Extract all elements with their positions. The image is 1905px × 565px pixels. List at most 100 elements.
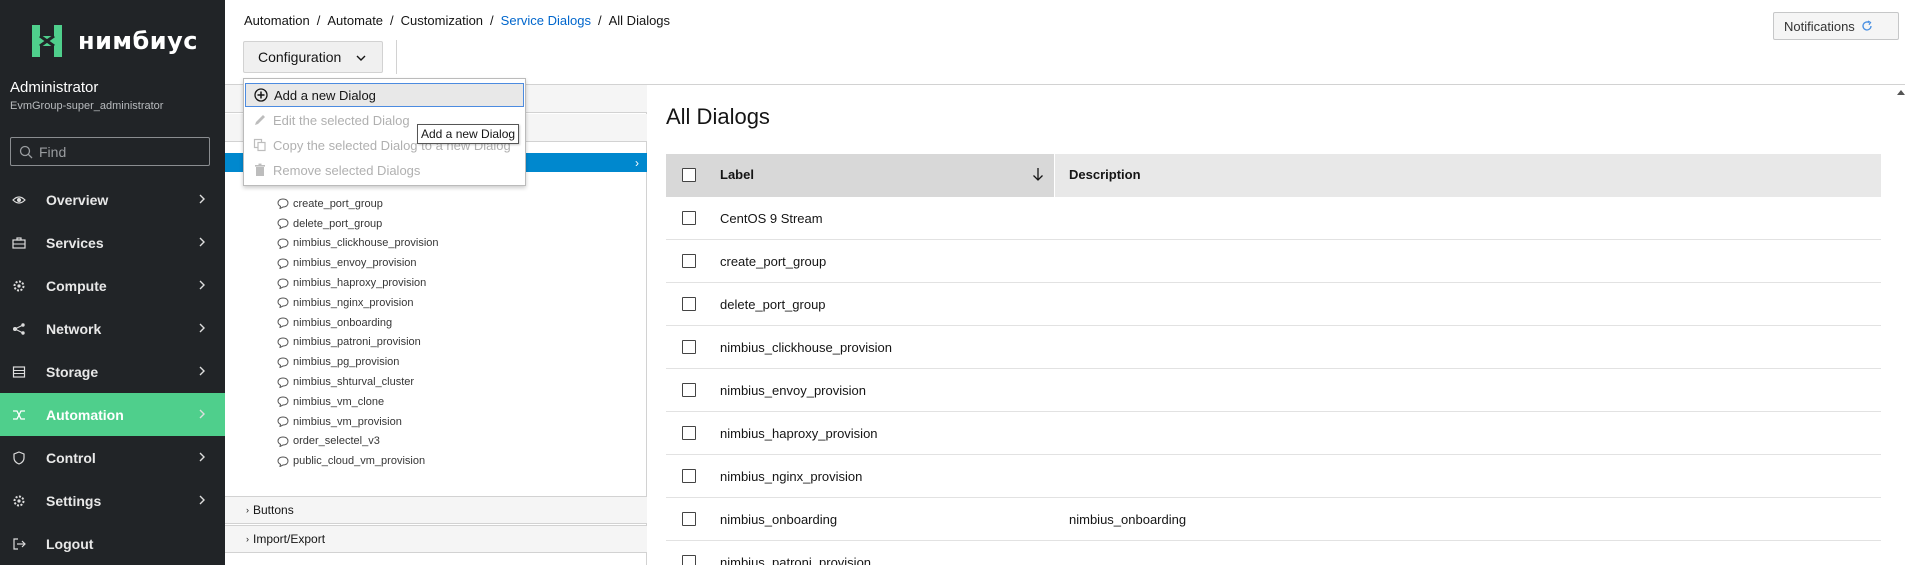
sidebar: нимбиус Administrator EvmGroup-super_adm… [0, 0, 225, 565]
row-checkbox[interactable] [682, 254, 696, 268]
row-checkbox[interactable] [682, 426, 696, 440]
chevron-right-icon [197, 365, 207, 377]
column-header-label[interactable]: Label [720, 167, 754, 182]
page-title: All Dialogs [666, 104, 770, 129]
logo-icon [32, 25, 62, 57]
sidebar-item-label: Logout [46, 535, 94, 552]
chevron-down-icon [356, 55, 366, 61]
table-body: CentOS 9 Stream create_port_group delete_p… [666, 197, 1881, 565]
row-checkbox[interactable] [682, 383, 696, 397]
tree-node-label: order_selectel_v3 [293, 435, 380, 448]
sidebar-item-services[interactable]: Services [0, 221, 225, 264]
tree-node[interactable]: public_cloud_vm_provision [277, 451, 439, 471]
notifications-button[interactable]: Notifications [1773, 12, 1899, 40]
find-input[interactable] [39, 143, 199, 160]
tree-node[interactable]: nimbius_patroni_provision [277, 333, 439, 353]
configuration-button[interactable]: Configuration [243, 41, 383, 73]
accordion-buttons[interactable]: › Buttons [225, 496, 647, 524]
row-checkbox[interactable] [682, 512, 696, 526]
tree-node[interactable]: nimbius_haproxy_provision [277, 273, 439, 293]
plus-circle-icon [254, 88, 268, 102]
table-row[interactable]: nimbius_haproxy_provision [666, 412, 1881, 455]
table-row[interactable]: create_port_group [666, 240, 1881, 283]
table-header: Label Description [666, 154, 1881, 197]
gear-icon [12, 279, 26, 293]
tree-node[interactable]: nimbius_shturval_cluster [277, 372, 439, 392]
caret-right-icon: › [246, 505, 249, 515]
tree-node[interactable]: create_port_group [277, 194, 439, 214]
tree-node[interactable]: nimbius_vm_provision [277, 412, 439, 432]
chevron-right-icon: › [635, 156, 639, 170]
cell-label: nimbius_nginx_provision [720, 469, 863, 484]
menu-item-remove-dialogs[interactable]: Remove selected Dialogs [245, 158, 524, 182]
toolbar-divider [396, 40, 397, 74]
cell-label: nimbius_onboarding [720, 512, 838, 527]
tree-node-label: nimbius_vm_provision [293, 415, 402, 428]
accordion-buttons-label: Buttons [253, 503, 294, 517]
sidebar-item-compute[interactable]: Compute [0, 264, 225, 307]
row-checkbox[interactable] [682, 469, 696, 483]
eye-icon [12, 193, 26, 207]
comment-icon [277, 337, 293, 348]
main-nav: Overview Services Compute Network Storage Aut… [0, 178, 225, 565]
table-row[interactable]: nimbius_patroni_provision [666, 541, 1881, 565]
sort-down-icon[interactable] [1032, 166, 1044, 182]
sidebar-item-logout[interactable]: Logout [0, 522, 225, 565]
table-row[interactable]: nimbius_onboarding nimbius_onboarding [666, 498, 1881, 541]
tree-node-label: nimbius_onboarding [293, 316, 393, 329]
row-checkbox[interactable] [682, 340, 696, 354]
tree-node[interactable]: nimbius_onboarding [277, 313, 439, 333]
sidebar-item-settings[interactable]: Settings [0, 479, 225, 522]
table-row[interactable]: CentOS 9 Stream [666, 197, 1881, 240]
accordion-import-export[interactable]: › Import/Export [225, 525, 647, 553]
tree-node-label: create_port_group [293, 197, 383, 210]
select-all-checkbox[interactable] [682, 168, 696, 182]
tree-node[interactable]: nimbius_pg_provision [277, 352, 439, 372]
sidebar-item-control[interactable]: Control [0, 436, 225, 479]
table-row[interactable]: nimbius_envoy_provision [666, 369, 1881, 412]
briefcase-icon [12, 236, 26, 250]
refresh-icon [1862, 20, 1872, 31]
comment-icon [277, 297, 293, 309]
user-name[interactable]: Administrator [10, 79, 98, 96]
trash-icon [255, 163, 265, 176]
table-row[interactable]: delete_port_group [666, 283, 1881, 326]
sidebar-item-overview[interactable]: Overview [0, 178, 225, 221]
brand-logo[interactable]: нимбиус [26, 20, 198, 62]
tree-node-label: nimbius_pg_provision [293, 356, 400, 369]
row-checkbox[interactable] [682, 211, 696, 225]
menu-item-label: Add a new Dialog [274, 87, 376, 103]
tree-node-label: public_cloud_vm_provision [293, 455, 426, 468]
scroll-up-icon[interactable] [1897, 88, 1905, 96]
sidebar-item-label: Network [46, 320, 102, 337]
column-header-description[interactable]: Description [1069, 167, 1141, 182]
breadcrumb-link-service-dialogs[interactable]: Service Dialogs [501, 13, 591, 28]
row-checkbox[interactable] [682, 555, 696, 565]
configuration-label: Configuration [258, 49, 342, 65]
breadcrumb-item-automation: Automation [244, 13, 310, 28]
tree-node[interactable]: nimbius_clickhouse_provision [277, 234, 439, 254]
sidebar-item-network[interactable]: Network [0, 307, 225, 350]
tree-node-label: nimbius_envoy_provision [293, 257, 417, 270]
tree-node-label: nimbius_clickhouse_provision [293, 237, 439, 250]
comment-icon [277, 198, 293, 210]
comment-icon [277, 456, 293, 467]
tree-node[interactable]: order_selectel_v3 [277, 432, 439, 452]
tree-node-label: nimbius_nginx_provision [293, 296, 414, 309]
dialogs-table: Label Description CentOS 9 Stream create_… [666, 154, 1881, 565]
tree-node[interactable]: nimbius_nginx_provision [277, 293, 439, 313]
table-row[interactable]: nimbius_nginx_provision [666, 455, 1881, 498]
cell-label: nimbius_haproxy_provision [720, 426, 878, 441]
table-row[interactable]: nimbius_clickhouse_provision [666, 326, 1881, 369]
sidebar-item-storage[interactable]: Storage [0, 350, 225, 393]
sidebar-item-automation[interactable]: Automation [0, 393, 225, 436]
chevron-right-icon [197, 279, 207, 291]
tree-node[interactable]: delete_port_group [277, 214, 439, 234]
row-checkbox[interactable] [682, 297, 696, 311]
tree-node[interactable]: nimbius_envoy_provision [277, 253, 439, 273]
tree-node[interactable]: nimbius_vm_clone [277, 392, 439, 412]
chevron-right-icon [197, 193, 207, 205]
comment-icon [277, 377, 293, 388]
menu-item-add-dialog[interactable]: Add a new Dialog [245, 83, 524, 107]
breadcrumb-item-customization: Customization [400, 13, 484, 28]
